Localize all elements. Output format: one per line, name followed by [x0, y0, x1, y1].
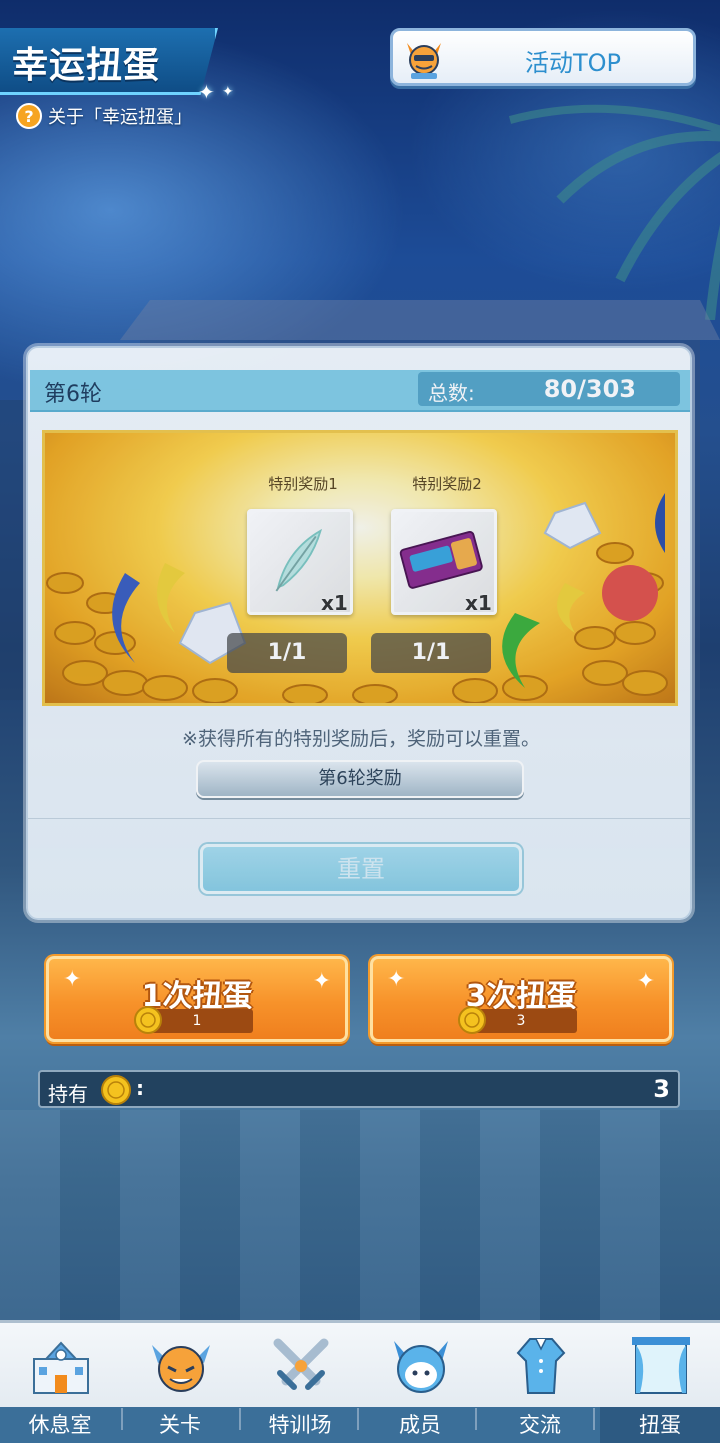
school-building-icon [33, 1341, 89, 1394]
nav-item-lounge[interactable]: 休息室 [0, 1323, 120, 1443]
nav-label: 特训场 [240, 1407, 360, 1443]
special-reward-title: 特别奖励1 [268, 475, 338, 493]
gold-coin-icon [101, 1075, 131, 1105]
special-reward-title: 特别奖励2 [412, 475, 482, 493]
nav-label: 交流 [480, 1407, 600, 1443]
special-rewards-banner: 特别奖励1 x1 1/1 特别奖励2 x1 1/1 [42, 430, 678, 706]
nav-separator [239, 1408, 241, 1430]
reward-quantity: x1 [321, 591, 348, 615]
member-mascot-icon [394, 1341, 448, 1393]
event-top-label: 活动TOP [524, 49, 622, 77]
nav-label: 成员 [360, 1407, 480, 1443]
gacha-panel: 第6轮 总数: 80/303 特别奖励1 x1 1/1 特别奖励2 x1 1/1… [26, 346, 692, 920]
page-title: 幸运扭蛋 [12, 45, 161, 86]
holdings-label: 持有 [48, 1082, 88, 1106]
curtain-window-icon [632, 1337, 690, 1394]
total-counter: 总数: 80/303 [418, 372, 680, 406]
event-top-button[interactable]: 活动TOP [390, 28, 696, 86]
holdings-colon: : [136, 1076, 144, 1100]
reward-quantity: x1 [465, 591, 492, 615]
nav-label: 关卡 [120, 1407, 240, 1443]
coin-holdings: 持有 : 3 [38, 1070, 680, 1108]
about-link-label: 关于「幸运扭蛋」 [48, 107, 192, 128]
special-reward-1[interactable]: 特别奖励1 x1 1/1 [227, 473, 365, 673]
total-label: 总数: [428, 381, 475, 405]
nav-separator [593, 1408, 595, 1430]
draw-1-button[interactable]: ✦ ✦ 1次扭蛋 1 [46, 956, 348, 1042]
reset-note: ※获得所有的特别奖励后，奖励可以重置。 [182, 728, 540, 750]
round-rewards-button[interactable]: 第6轮奖励 [196, 760, 524, 798]
sparkle-icon: ✦ [222, 84, 234, 100]
about-link[interactable]: ? 关于「幸运扭蛋」 [16, 102, 192, 130]
round-label: 第6轮 [44, 382, 102, 407]
draw-3-button[interactable]: ✦ ✦ 3次扭蛋 3 [370, 956, 672, 1042]
demon-mascot-icon [152, 1345, 210, 1392]
gold-coin-icon [458, 1006, 486, 1034]
nav-separator [475, 1408, 477, 1430]
reset-button[interactable]: 重置 [200, 844, 522, 894]
nav-item-gacha[interactable]: 扭蛋 [600, 1323, 720, 1443]
tiled-floor [0, 1110, 720, 1320]
total-value: 80/303 [543, 375, 636, 403]
panel-header: 第6轮 总数: 80/303 [30, 370, 690, 412]
bottom-nav: 休息室 关卡 特训场 成员 交流 扭蛋 [0, 1320, 720, 1443]
nav-item-training[interactable]: 特训场 [240, 1323, 360, 1443]
nav-item-social[interactable]: 交流 [480, 1323, 600, 1443]
nav-separator [121, 1408, 123, 1430]
demon-mascot-icon [407, 43, 441, 79]
reward-progress: 1/1 [227, 633, 347, 673]
nav-item-stages[interactable]: 关卡 [120, 1323, 240, 1443]
nav-item-members[interactable]: 成员 [360, 1323, 480, 1443]
divider [28, 818, 690, 819]
nav-label: 扭蛋 [600, 1407, 720, 1443]
nav-separator [357, 1408, 359, 1430]
help-icon: ? [16, 103, 42, 129]
reward-progress: 1/1 [371, 633, 491, 673]
gold-coin-icon [134, 1006, 162, 1034]
crossed-swords-icon [273, 1338, 329, 1390]
special-reward-2[interactable]: 特别奖励2 x1 1/1 [371, 473, 509, 673]
outfit-icon [516, 1338, 566, 1394]
holdings-value: 3 [653, 1075, 670, 1103]
sparkle-icon: ✦ [198, 80, 215, 104]
nav-label: 休息室 [0, 1407, 120, 1443]
